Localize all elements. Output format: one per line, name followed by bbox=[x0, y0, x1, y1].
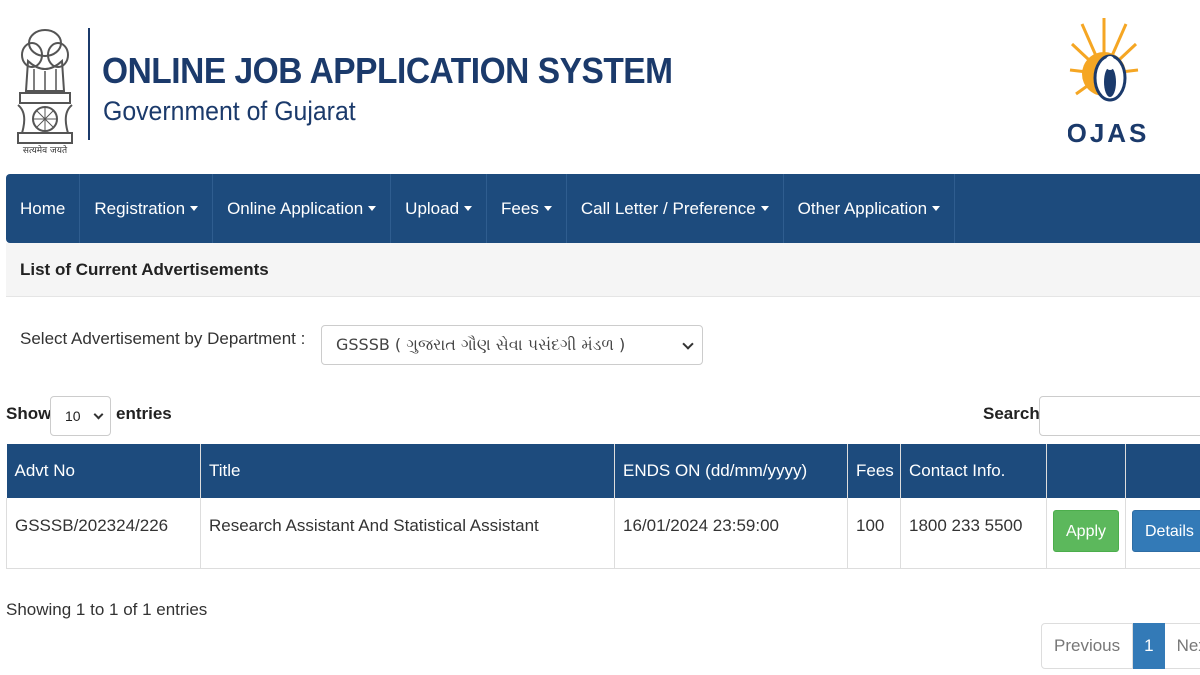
apply-button[interactable]: Apply bbox=[1053, 510, 1120, 552]
nav-item-label: Call Letter / Preference bbox=[580, 198, 756, 218]
nav-item-registration[interactable]: Registration bbox=[80, 174, 214, 243]
emblem-motto: सत्यमेव जयते bbox=[22, 146, 68, 156]
nav-item-label: Registration bbox=[94, 198, 186, 218]
column-header-ends-on[interactable]: ENDS ON (dd/mm/yyyy) bbox=[614, 444, 848, 498]
nav-item-fees[interactable]: Fees bbox=[487, 174, 567, 243]
ojas-logo-text: OJAS bbox=[1068, 118, 1149, 148]
column-header-fees[interactable]: Fees bbox=[847, 444, 901, 498]
ends-on-cell: 16/01/2024 23:59:00 bbox=[614, 498, 848, 569]
header-divider bbox=[88, 28, 90, 140]
nav-item-other-application[interactable]: Other Application bbox=[784, 174, 956, 243]
chevron-down-icon bbox=[93, 409, 104, 420]
title-cell: Research Assistant And Statistical Assis… bbox=[200, 498, 615, 569]
entries-per-page-value: 10 bbox=[65, 408, 81, 424]
nav-item-label: Upload bbox=[405, 198, 460, 218]
caret-down-icon bbox=[760, 206, 769, 211]
panel-heading: List of Current Advertisements bbox=[6, 243, 1200, 297]
nav-item-call-letter-preference[interactable]: Call Letter / Preference bbox=[567, 174, 784, 243]
nav-item-label: Home bbox=[20, 198, 66, 218]
chevron-down-icon bbox=[682, 338, 694, 350]
department-select-label: Select Advertisement by Department : bbox=[20, 329, 306, 348]
page-1-button[interactable]: 1 bbox=[1133, 623, 1165, 669]
national-emblem-icon bbox=[17, 29, 73, 144]
show-label: Show bbox=[6, 404, 52, 423]
column-header-details bbox=[1125, 444, 1200, 498]
panel-title: List of Current Advertisements bbox=[20, 260, 269, 279]
nav-item-upload[interactable]: Upload bbox=[391, 174, 488, 243]
previous-page-button[interactable]: Previous bbox=[1041, 623, 1134, 669]
site-title: ONLINE JOB APPLICATION SYSTEM bbox=[102, 50, 673, 91]
entries-per-page-select[interactable]: 10 bbox=[50, 396, 111, 436]
caret-down-icon bbox=[368, 206, 377, 211]
advertisements-table: Advt No Title ENDS ON (dd/mm/yyyy) Fees … bbox=[6, 444, 1200, 569]
table-row: GSSSB/202324/226 Research Assistant And … bbox=[6, 498, 1200, 569]
details-button[interactable]: Details bbox=[1132, 510, 1200, 552]
contact-cell: 1800 233 5500 bbox=[900, 498, 1047, 569]
search-label: Search: bbox=[983, 404, 1046, 423]
details-cell: Details bbox=[1125, 498, 1200, 569]
fees-cell: 100 bbox=[847, 498, 901, 569]
column-header-advt-no[interactable]: Advt No bbox=[6, 444, 201, 498]
nav-item-label: Online Application bbox=[227, 198, 364, 218]
column-header-title[interactable]: Title bbox=[200, 444, 615, 498]
caret-down-icon bbox=[464, 206, 473, 211]
nav-item-label: Other Application bbox=[797, 198, 928, 218]
department-select-value: GSSSB ( ગુજરાત ગૌણ સેવા પસંદગી મંડળ ) bbox=[336, 335, 626, 354]
nav-item-home[interactable]: Home bbox=[6, 174, 81, 243]
nav-item-online-application[interactable]: Online Application bbox=[213, 174, 392, 243]
advt-no-cell: GSSSB/202324/226 bbox=[6, 498, 201, 569]
caret-down-icon bbox=[190, 206, 199, 211]
site-subtitle: Government of Gujarat bbox=[103, 96, 356, 126]
column-header-apply bbox=[1046, 444, 1126, 498]
site-header: सत्यमेव जयते ONLINE JOB APPLICATION SYST… bbox=[0, 0, 1200, 172]
ojas-logo: OJAS bbox=[1068, 18, 1149, 148]
table-info: Showing 1 to 1 of 1 entries bbox=[6, 600, 208, 619]
pagination: Previous 1 Next bbox=[1041, 623, 1200, 669]
search-input[interactable] bbox=[1039, 396, 1200, 436]
caret-down-icon bbox=[543, 206, 552, 211]
nav-item-label: Fees bbox=[501, 198, 539, 218]
apply-cell: Apply bbox=[1046, 498, 1126, 569]
next-page-button[interactable]: Next bbox=[1164, 623, 1200, 669]
caret-down-icon bbox=[932, 206, 941, 211]
table-header-row: Advt No Title ENDS ON (dd/mm/yyyy) Fees … bbox=[6, 444, 1200, 498]
entries-label: entries bbox=[116, 404, 172, 423]
main-navbar: Home Registration Online Application Upload… bbox=[6, 174, 1200, 243]
column-header-contact[interactable]: Contact Info. bbox=[900, 444, 1047, 498]
department-select[interactable]: GSSSB ( ગુજરાત ગૌણ સેવા પસંદગી મંડળ ) bbox=[321, 325, 703, 365]
